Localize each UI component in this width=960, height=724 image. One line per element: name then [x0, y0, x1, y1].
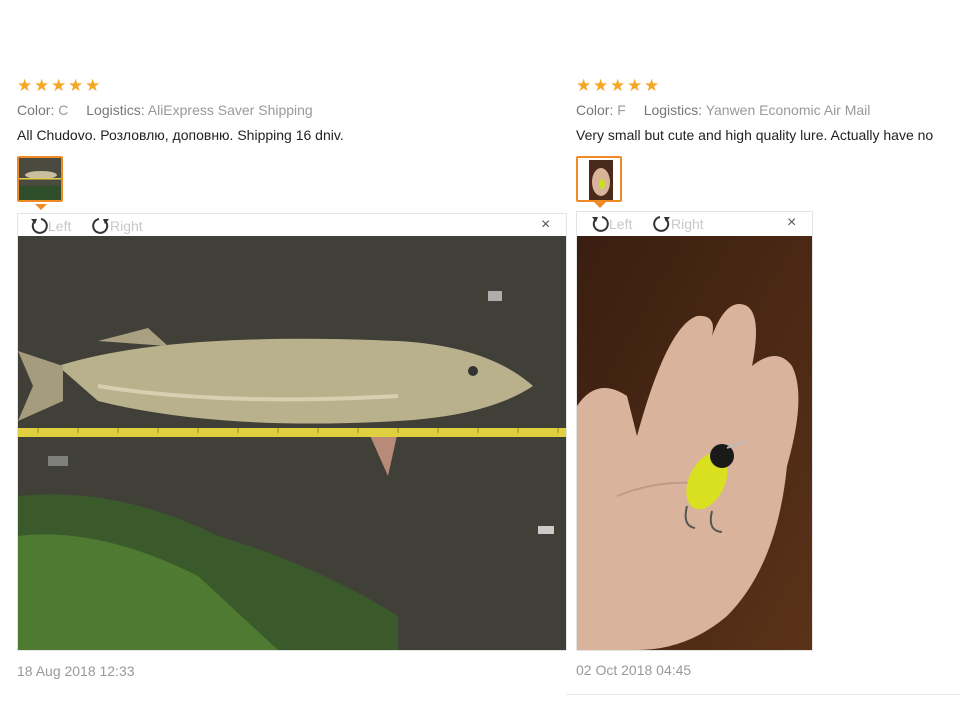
review-text: Very small but cute and high quality lur…	[576, 127, 934, 143]
rating-stars: ★ ★ ★ ★ ★	[576, 76, 933, 96]
review-photo-thumbnail[interactable]	[17, 156, 63, 202]
star-icon: ★	[610, 76, 626, 95]
review-meta: Color: C Logistics: AliExpress Saver Shi…	[17, 102, 344, 118]
close-icon[interactable]: ×	[787, 214, 796, 232]
logistics-label: Logistics:	[86, 102, 145, 118]
viewer-toolbar: Left Right ×	[18, 214, 566, 236]
rotate-left-label: Left	[48, 218, 72, 234]
star-icon: ★	[17, 76, 33, 95]
rotate-left-label: Left	[609, 216, 633, 232]
rating-stars: ★ ★ ★ ★ ★	[17, 76, 344, 96]
review-card: ★ ★ ★ ★ ★ Color: C Logistics: AliExpress…	[17, 76, 344, 202]
review-photo	[577, 236, 812, 650]
color-value: F	[617, 102, 626, 118]
review-photo-thumbnail[interactable]	[576, 156, 622, 202]
star-icon: ★	[627, 76, 643, 95]
logistics-label: Logistics:	[643, 102, 703, 118]
logistics-value: AliExpress Saver Shipping	[147, 102, 313, 118]
thumbnail-pointer	[35, 204, 47, 210]
divider	[566, 694, 960, 695]
star-icon: ★	[644, 76, 660, 95]
star-icon: ★	[34, 76, 50, 95]
star-icon: ★	[51, 76, 67, 95]
color-label: Color:	[17, 102, 55, 118]
rotate-right-button[interactable]: Right	[90, 216, 143, 236]
star-icon: ★	[85, 76, 101, 95]
star-icon: ★	[68, 76, 84, 95]
rotate-right-icon	[653, 216, 670, 232]
review-photo	[18, 236, 566, 650]
close-icon[interactable]: ×	[541, 216, 550, 234]
photo-viewer: Left Right ×	[17, 213, 567, 651]
viewer-toolbar: Left Right ×	[577, 212, 812, 234]
star-icon: ★	[593, 76, 609, 95]
rotate-right-icon	[92, 218, 109, 234]
rotate-right-button[interactable]: Right	[651, 214, 704, 234]
review-meta: Color: F Logistics: Yanwen Economic Air …	[576, 102, 933, 118]
star-icon: ★	[576, 76, 592, 95]
rotate-right-label: Right	[110, 218, 143, 234]
color-value: C	[58, 102, 69, 118]
thumbnail-pointer	[594, 202, 606, 208]
rotate-left-button[interactable]: Left	[589, 214, 632, 234]
review-text: All Chudovo. Розловлю, доповню. Shipping…	[17, 127, 344, 143]
rotate-right-label: Right	[671, 216, 704, 232]
color-label: Color:	[576, 102, 614, 118]
logistics-value: Yanwen Economic Air Mail	[705, 102, 871, 118]
rotate-left-icon	[592, 216, 609, 232]
review-card: ★ ★ ★ ★ ★ Color: F Logistics: Yanwen Eco…	[576, 76, 934, 202]
review-date: 02 Oct 2018 04:45	[576, 662, 692, 678]
photo-viewer: Left Right ×	[576, 211, 813, 651]
rotate-left-icon	[31, 218, 48, 234]
review-date: 18 Aug 2018 12:33	[17, 663, 135, 679]
rotate-left-button[interactable]: Left	[28, 216, 71, 236]
